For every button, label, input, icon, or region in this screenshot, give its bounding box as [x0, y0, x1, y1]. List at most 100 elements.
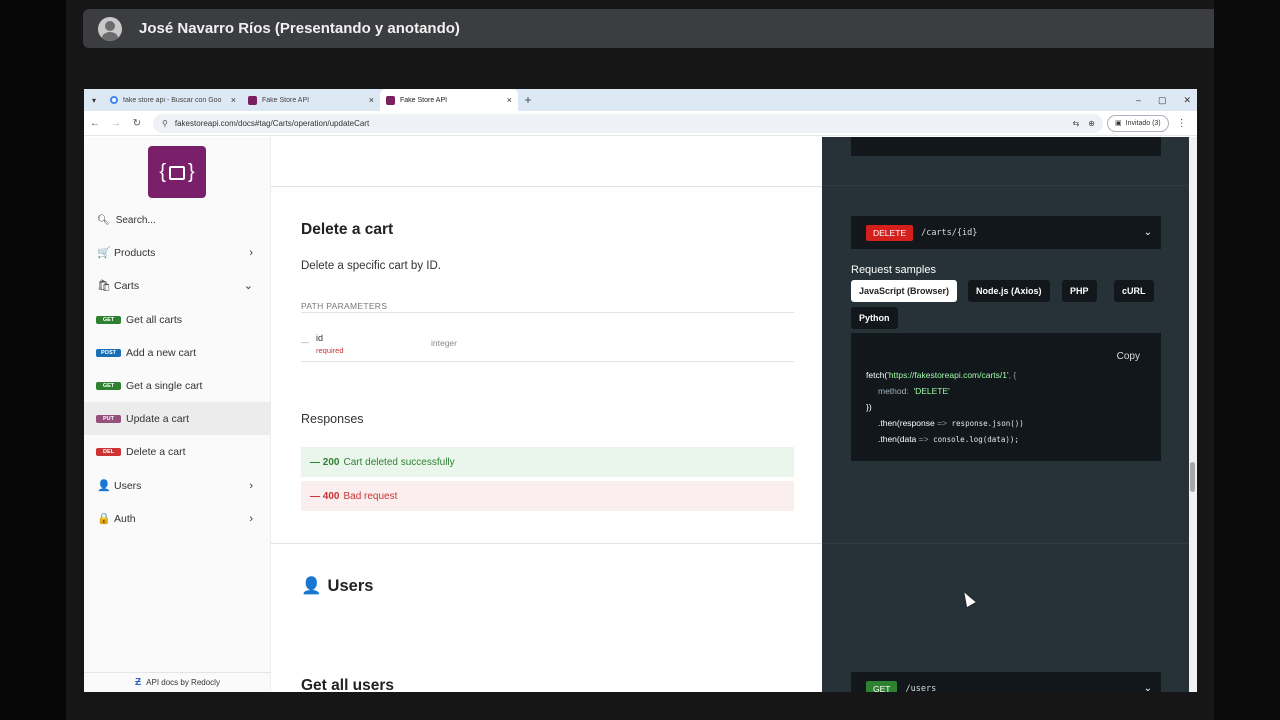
redocly-icon: Ƶ	[135, 677, 142, 688]
sidebar-item-label: Auth	[114, 512, 136, 525]
chevron-down-icon: ⌄	[1143, 227, 1152, 238]
copy-button[interactable]: Copy	[1117, 351, 1140, 362]
method-badge: POST	[96, 348, 121, 357]
response-200[interactable]: — 200 Cart deleted successfully	[301, 447, 794, 477]
section-divider	[271, 186, 822, 187]
more-menu-icon[interactable]: ⋮	[1177, 118, 1187, 129]
presenter-avatar	[98, 16, 122, 41]
lang-tab-curl[interactable]: cURL	[1114, 280, 1154, 302]
sidebar-item-carts[interactable]: 🛍 Carts ⌄	[84, 269, 271, 302]
lang-tab-javascript[interactable]: JavaScript (Browser)	[851, 280, 958, 302]
browser-toolbar: ← → ↻ ⚲ fakestoreapi.com/docs#tag/Carts/…	[84, 111, 1197, 136]
back-arrow-icon[interactable]: ←	[85, 118, 105, 129]
sidebar-op-delete-cart[interactable]: DEL Delete a cart	[84, 435, 271, 468]
section-divider	[271, 543, 822, 544]
maximize-icon[interactable]: ▢	[1158, 95, 1167, 106]
lang-tab-python[interactable]: Python	[851, 307, 898, 329]
presenter-name: José Navarro Ríos (Presentando y anotand…	[139, 20, 460, 37]
guest-label: Invitado (3)	[1125, 119, 1161, 127]
tab-close-icon[interactable]: ×	[507, 95, 512, 105]
site-info-icon[interactable]: ⚲	[162, 119, 168, 128]
window-controls: – ▢ ✕	[1136, 89, 1191, 111]
sidebar-op-get-single-cart[interactable]: GET Get a single cart	[84, 369, 271, 402]
panel-divider	[822, 185, 1189, 186]
lock-emoji-icon: 🔒	[97, 513, 111, 525]
code-sample: Copy fetch('https://fakestoreapi.com/car…	[851, 333, 1161, 461]
close-window-icon[interactable]: ✕	[1183, 95, 1191, 106]
chevron-right-icon: ›	[249, 479, 253, 492]
next-operation-title: Get all users	[301, 677, 395, 692]
browser-window: ▾ fake store api - Buscar con Goo × Fake…	[84, 89, 1197, 692]
lang-tab-nodejs[interactable]: Node.js (Axios)	[968, 280, 1050, 302]
endpoint-path: /carts/{id}	[921, 227, 978, 238]
sidebar-item-label: Products	[114, 246, 156, 259]
scrollbar-thumb[interactable]	[1190, 462, 1195, 492]
tab-search-icon[interactable]: ▾	[84, 89, 104, 111]
method-badge: DEL	[96, 447, 121, 456]
tab-close-icon[interactable]: ×	[231, 95, 236, 105]
next-endpoint-bar[interactable]: GET /users ⌄	[851, 672, 1161, 692]
sidebar-item-users[interactable]: 👤 Users ›	[84, 469, 271, 502]
search-input[interactable]: Search...	[116, 215, 156, 226]
param-required: required	[316, 346, 344, 355]
fakestore-logo[interactable]: {}	[148, 146, 206, 198]
method-badge: PUT	[96, 414, 121, 423]
address-bar[interactable]: ⚲ fakestoreapi.com/docs#tag/Carts/operat…	[153, 113, 1103, 133]
response-code: — 200	[310, 456, 340, 468]
tab-close-icon[interactable]: ×	[369, 95, 374, 105]
code-line: .then(response => response.json())	[878, 418, 1024, 428]
sidebar-op-get-all-carts[interactable]: GET Get all carts	[84, 303, 271, 336]
sidebar-op-update-cart[interactable]: PUT Update a cart	[84, 402, 271, 435]
tab-google-search[interactable]: fake store api - Buscar con Goo ×	[104, 89, 242, 111]
minimize-icon[interactable]: –	[1136, 95, 1141, 105]
panel-divider	[822, 543, 1189, 544]
operation-description: Delete a specific cart by ID.	[301, 260, 441, 272]
method-badge: GET	[866, 680, 898, 692]
guest-profile-button[interactable]: ▣ Invitado (3)	[1107, 114, 1169, 132]
code-line: method: 'DELETE'	[878, 386, 950, 396]
fakestore-favicon-icon	[248, 95, 257, 105]
page: {} 🔍︎ Search... 🛒 Products › 🛍 Carts ⌄ G…	[84, 137, 1197, 692]
code-line: })	[866, 402, 872, 412]
omnibox-actions: ⇆ ⊕	[1073, 119, 1103, 128]
endpoint-bar[interactable]: DELETE /carts/{id} ⌄	[851, 216, 1161, 249]
sidebar-item-products[interactable]: 🛒 Products ›	[84, 236, 271, 269]
params-divider	[301, 361, 794, 362]
response-400[interactable]: — 400 Bad request	[301, 481, 794, 511]
new-tab-button[interactable]: +	[518, 89, 538, 111]
responses-heading: Responses	[301, 412, 364, 426]
google-icon	[110, 96, 118, 104]
operation-title: Delete a cart	[301, 221, 394, 238]
params-divider	[301, 312, 794, 313]
redocly-footer[interactable]: Ƶ API docs by Redocly	[84, 672, 271, 692]
chevron-down-icon: ⌄	[243, 280, 253, 292]
sidebar-op-label: Update a cart	[126, 412, 190, 425]
users-heading-text: Users	[327, 577, 374, 595]
search-box[interactable]: 🔍︎ Search...	[97, 215, 257, 226]
zoom-icon[interactable]: ⊕	[1088, 119, 1095, 128]
response-text: Bad request	[343, 490, 398, 502]
reload-icon[interactable]: ↻	[127, 118, 147, 129]
user-emoji-icon: 👤	[97, 480, 111, 492]
sidebar-op-label: Get a single cart	[126, 379, 203, 392]
sidebar-op-label: Add a new cart	[126, 346, 197, 359]
tab-strip: ▾ fake store api - Buscar con Goo × Fake…	[84, 89, 1197, 111]
sidebar-op-add-cart[interactable]: POST Add a new cart	[84, 336, 271, 369]
lang-tab-php[interactable]: PHP	[1062, 280, 1097, 302]
sidebar-item-auth[interactable]: 🔒 Auth ›	[84, 502, 271, 535]
forward-arrow-icon[interactable]: →	[106, 118, 126, 129]
tab-fake-store-1[interactable]: Fake Store API ×	[242, 89, 380, 111]
chevron-right-icon: ›	[249, 246, 253, 259]
search-icon: 🔍︎	[97, 215, 110, 226]
shopping-bags-emoji-icon: 🛍	[97, 280, 111, 292]
sidebar-item-label: Carts	[114, 279, 140, 292]
translate-icon[interactable]: ⇆	[1073, 119, 1080, 128]
path-params-label: PATH PARAMETERS	[301, 301, 388, 311]
page-scrollbar[interactable]	[1189, 137, 1197, 692]
sidebar: {} 🔍︎ Search... 🛒 Products › 🛍 Carts ⌄ G…	[84, 137, 271, 692]
left-gutter	[0, 0, 66, 720]
param-connector: —	[301, 338, 309, 347]
code-line: fetch('https://fakestoreapi.com/carts/1'…	[866, 370, 1017, 380]
tab-fake-store-active[interactable]: Fake Store API ×	[380, 89, 518, 111]
users-section-heading: 👤 Users	[301, 577, 373, 596]
